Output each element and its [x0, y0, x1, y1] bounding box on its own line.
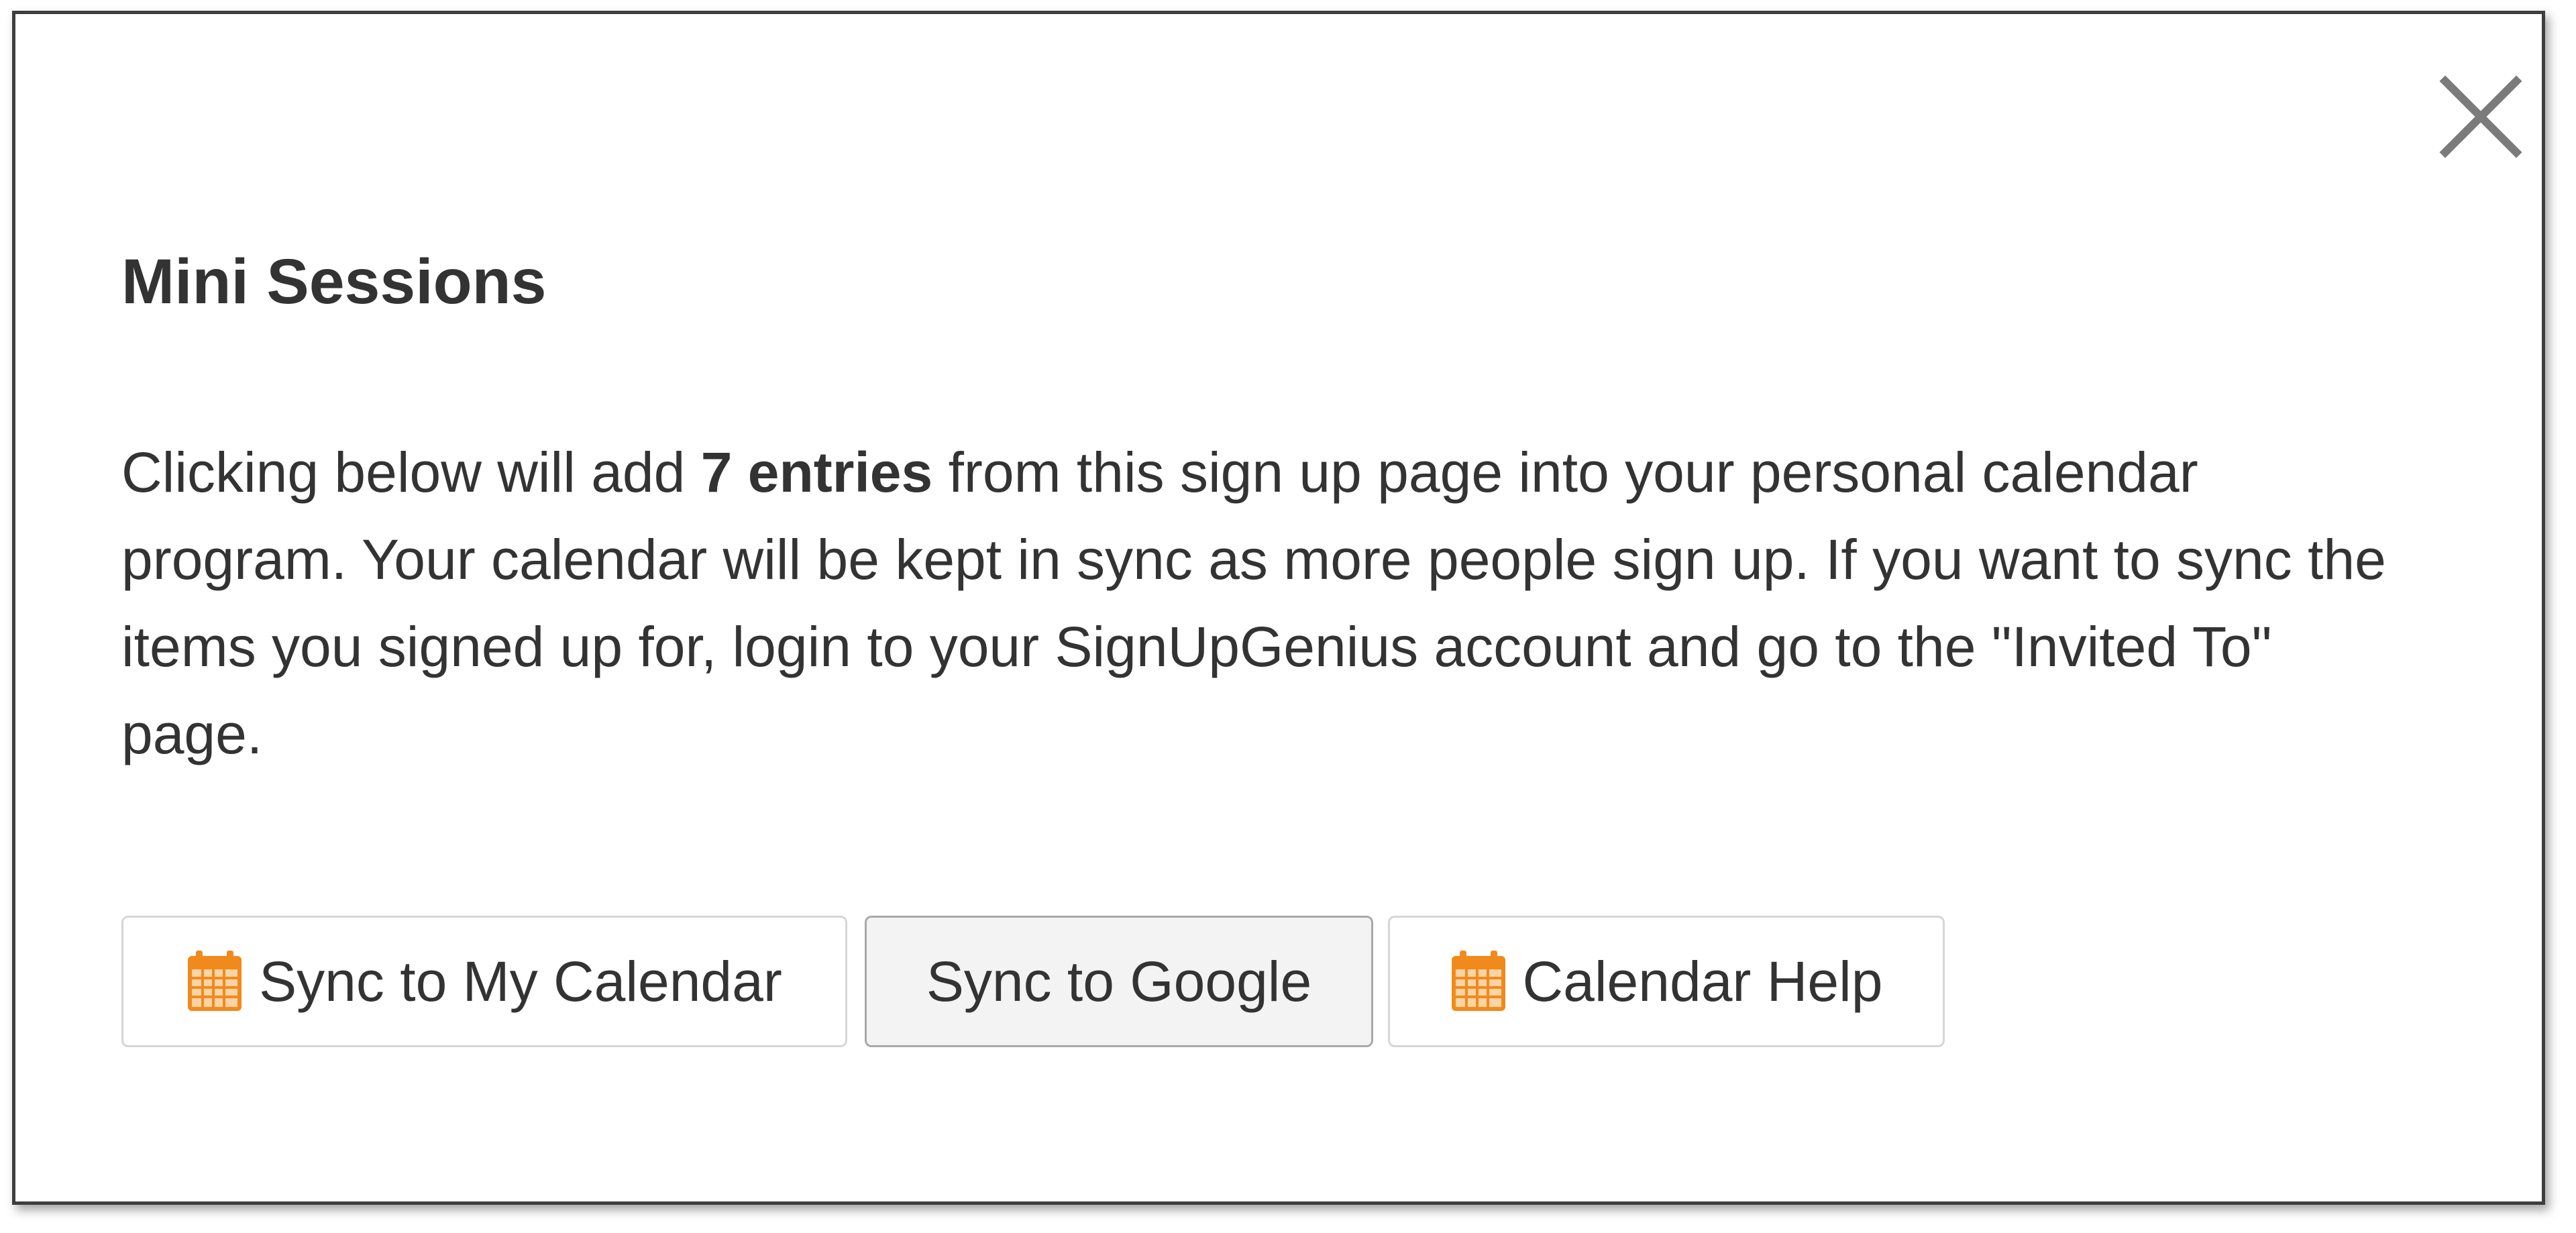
sync-to-google-label: Sync to Google: [926, 949, 1312, 1013]
entries-count: 7 entries: [700, 441, 933, 504]
sync-to-my-calendar-label: Sync to My Calendar: [259, 949, 782, 1013]
calendar-icon: [1450, 951, 1507, 1012]
dialog-message: Clicking below will add 7 entries from t…: [121, 429, 2416, 778]
calendar-help-button[interactable]: Calendar Help: [1388, 916, 1945, 1047]
dialog-title: Mini Sessions: [121, 246, 547, 317]
sync-to-my-calendar-button[interactable]: Sync to My Calendar: [121, 916, 847, 1047]
calendar-help-label: Calendar Help: [1522, 949, 1883, 1013]
page: Mini Sessions Clicking below will add 7 …: [0, 0, 2576, 1233]
close-icon: [2439, 75, 2522, 158]
close-button[interactable]: [2430, 66, 2531, 167]
calendar-icon: [186, 951, 243, 1012]
sync-to-google-button[interactable]: Sync to Google: [865, 916, 1373, 1047]
message-text-start: Clicking below will add: [121, 441, 701, 504]
calendar-sync-dialog: Mini Sessions Clicking below will add 7 …: [12, 11, 2545, 1205]
